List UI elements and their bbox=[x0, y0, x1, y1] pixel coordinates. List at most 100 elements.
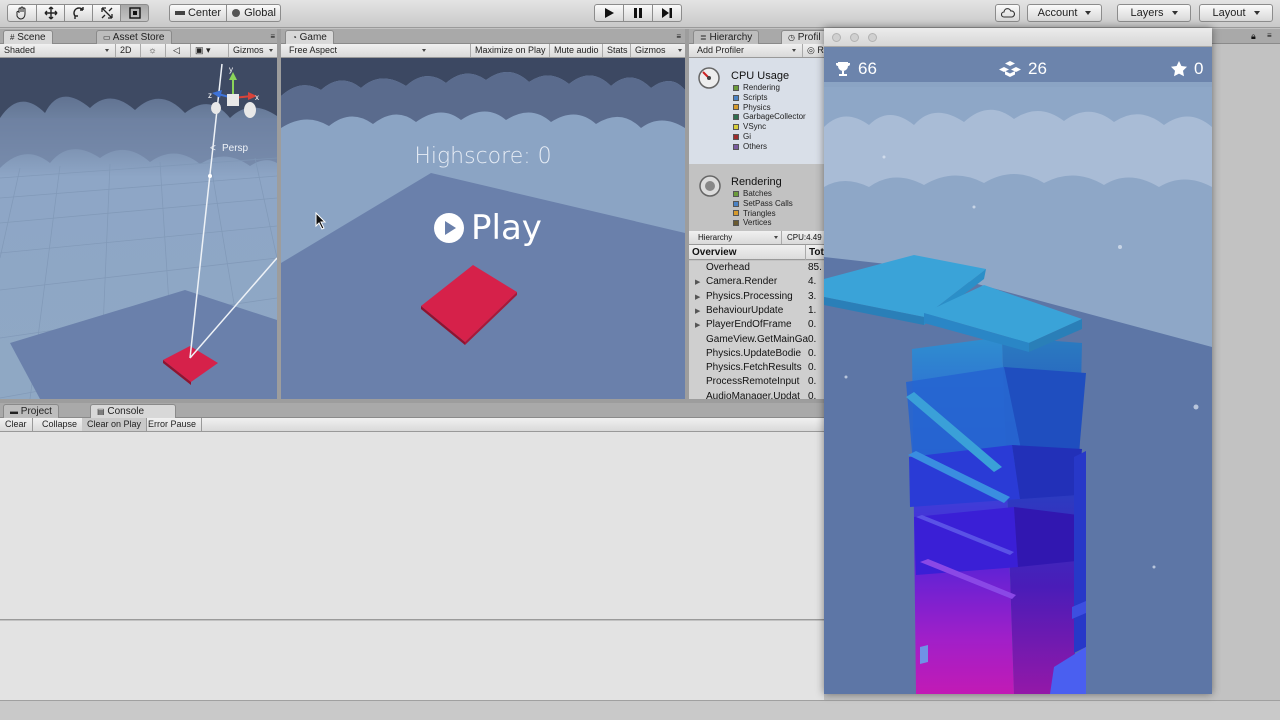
legend-item[interactable]: GarbageCollector bbox=[733, 112, 806, 122]
scene-effects-dropdown[interactable]: ▣ ▾ bbox=[190, 44, 224, 57]
tab-profiler[interactable]: ◷ Profil bbox=[781, 30, 826, 44]
layers-dropdown[interactable]: Layers bbox=[1117, 4, 1191, 22]
tab-asset-store[interactable]: ▭ Asset Store bbox=[96, 30, 172, 44]
console-detail-area[interactable] bbox=[0, 621, 824, 700]
panel-menu-icon[interactable]: ≡ bbox=[270, 32, 275, 41]
legend-label: GarbageCollector bbox=[743, 112, 806, 122]
expand-arrow-icon[interactable]: ▶ bbox=[689, 291, 706, 304]
expand-arrow-icon[interactable]: ▶ bbox=[689, 305, 706, 318]
scene-view[interactable]: y x z < Persp bbox=[0, 58, 277, 399]
game-gizmos-dropdown[interactable]: Gizmos bbox=[630, 44, 685, 57]
overview-column-header[interactable]: Overview bbox=[692, 245, 736, 260]
aspect-dropdown[interactable]: Free Aspect bbox=[281, 44, 429, 57]
legend-label: Scripts bbox=[743, 92, 768, 102]
expand-arrow-icon[interactable]: ▶ bbox=[689, 276, 706, 289]
legend-swatch bbox=[733, 94, 739, 101]
console-clear-on-play-toggle[interactable]: Clear on Play bbox=[82, 418, 148, 431]
pivot-mode-button[interactable]: Center bbox=[169, 4, 227, 22]
total-column-header[interactable]: Tot bbox=[805, 245, 824, 260]
legend-item[interactable]: Rendering bbox=[733, 83, 806, 93]
profiler-row-total: 0. bbox=[808, 319, 817, 331]
console-log-list[interactable] bbox=[0, 432, 824, 620]
hand-tool-button[interactable] bbox=[7, 4, 37, 22]
profiler-row-name: Physics.Processing bbox=[706, 290, 793, 302]
profiler-row[interactable]: ▶ PlayerEndOfFrame 0. bbox=[689, 318, 824, 332]
profiler-row[interactable]: ▶ BehaviourUpdate 1. bbox=[689, 304, 824, 318]
game-panel-menu-icon[interactable]: ≡ bbox=[676, 32, 681, 41]
step-button[interactable] bbox=[652, 4, 682, 22]
profiler-row-name: Physics.UpdateBodie bbox=[706, 347, 802, 359]
profiler-row[interactable]: Physics.FetchResults 0. bbox=[689, 361, 824, 375]
axis-z-label: z bbox=[208, 91, 212, 100]
player-viewport[interactable]: 66 26 0 bbox=[824, 47, 1212, 694]
legend-item[interactable]: VSync bbox=[733, 122, 806, 132]
window-zoom-icon[interactable] bbox=[868, 33, 877, 42]
cpu-usage-area[interactable]: CPU Usage Rendering Scripts Physics Garbage… bbox=[689, 58, 824, 164]
persp-label-text: Persp bbox=[222, 143, 249, 154]
console-error-pause-toggle[interactable]: Error Pause bbox=[143, 418, 203, 431]
pause-button[interactable] bbox=[623, 4, 653, 22]
folder-icon: ▬ bbox=[10, 407, 18, 416]
legend-item[interactable]: Vertices bbox=[733, 218, 793, 228]
profiler-row[interactable]: Physics.UpdateBodie 0. bbox=[689, 347, 824, 361]
cloud-button[interactable] bbox=[995, 4, 1020, 22]
play-button[interactable] bbox=[594, 4, 624, 22]
layout-dropdown[interactable]: Layout bbox=[1199, 4, 1273, 22]
tab-scene[interactable]: # Scene bbox=[3, 30, 53, 44]
profiler-view-mode-dropdown[interactable]: Hierarchy bbox=[689, 231, 782, 244]
legend-item[interactable]: Batches bbox=[733, 189, 793, 199]
tab-project[interactable]: ▬ Project bbox=[3, 404, 59, 418]
legend-item[interactable]: Triangles bbox=[733, 209, 793, 219]
profiler-row[interactable]: ▶ Camera.Render 4. bbox=[689, 275, 824, 289]
maximize-on-play-toggle[interactable]: Maximize on Play bbox=[470, 44, 550, 57]
profiler-row[interactable]: ProcessRemoteInput 0. bbox=[689, 375, 824, 389]
legend-item[interactable]: Scripts bbox=[733, 93, 806, 103]
legend-label: VSync bbox=[743, 122, 767, 132]
profiler-row[interactable]: GameView.GetMainGa 0. bbox=[689, 333, 824, 347]
right-panel-menu-icon[interactable]: ≡ bbox=[1267, 31, 1272, 40]
legend-swatch bbox=[733, 133, 739, 140]
shading-mode-dropdown[interactable]: Shaded bbox=[0, 44, 112, 57]
profiler-column-header: Overview Tot bbox=[689, 245, 824, 260]
legend-item[interactable]: Gi bbox=[733, 132, 806, 142]
legend-item[interactable]: Others bbox=[733, 142, 806, 152]
scene-audio-toggle[interactable]: ◁ bbox=[165, 44, 187, 57]
console-clear-button[interactable]: Clear bbox=[0, 418, 33, 431]
add-profiler-dropdown[interactable]: Add Profiler bbox=[689, 44, 799, 57]
scene-lighting-toggle[interactable]: ☼ bbox=[140, 44, 164, 57]
cpu-gauge-icon bbox=[698, 67, 720, 89]
play-game-button[interactable]: Play bbox=[433, 208, 542, 248]
stats-toggle[interactable]: Stats bbox=[602, 44, 632, 57]
profiler-row[interactable]: Overhead 85. bbox=[689, 261, 824, 275]
scene-gizmos-dropdown[interactable]: Gizmos bbox=[228, 44, 276, 57]
window-minimize-icon[interactable] bbox=[850, 33, 859, 42]
legend-item[interactable]: Physics bbox=[733, 103, 806, 113]
legend-swatch bbox=[733, 190, 739, 197]
profiler-row[interactable]: ▶ Physics.Processing 3. bbox=[689, 290, 824, 304]
scale-tool-button[interactable] bbox=[92, 4, 121, 22]
pivot-rotation-button[interactable]: Global bbox=[226, 4, 281, 22]
rotate-tool-button[interactable] bbox=[64, 4, 93, 22]
tab-hierarchy[interactable]: ≣ Hierarchy bbox=[693, 30, 760, 44]
expand-arrow-icon[interactable]: ▶ bbox=[689, 319, 706, 332]
tab-game[interactable]: ◔ Game bbox=[285, 30, 334, 44]
window-close-icon[interactable] bbox=[832, 33, 841, 42]
profiler-view: CPU Usage Rendering Scripts Physics Garbage… bbox=[689, 58, 824, 399]
lock-icon[interactable]: 🔒︎ bbox=[1251, 31, 1256, 42]
profiler-row[interactable]: AudioManager.Updat 0. bbox=[689, 390, 824, 399]
move-tool-button[interactable] bbox=[36, 4, 65, 22]
persp-label[interactable]: < bbox=[210, 143, 216, 154]
tab-console[interactable]: ▤ Console bbox=[90, 404, 176, 418]
bottom-tabstrip: ▬ Project ▤ Console bbox=[0, 403, 824, 418]
profiler-row-name: BehaviourUpdate bbox=[706, 304, 784, 316]
mute-audio-toggle[interactable]: Mute audio bbox=[549, 44, 603, 57]
game-view[interactable]: Highscore: 0 Play bbox=[281, 58, 685, 399]
account-dropdown[interactable]: Account bbox=[1027, 4, 1102, 22]
rect-tool-button[interactable] bbox=[120, 4, 149, 22]
rendering-area[interactable]: Rendering Batches SetPass Calls Triangles V… bbox=[689, 164, 824, 234]
2d-toggle[interactable]: 2D bbox=[115, 44, 137, 57]
store-icon: ▭ bbox=[103, 33, 111, 42]
legend-swatch bbox=[733, 143, 739, 150]
console-collapse-toggle[interactable]: Collapse bbox=[37, 418, 84, 431]
legend-item[interactable]: SetPass Calls bbox=[733, 199, 793, 209]
